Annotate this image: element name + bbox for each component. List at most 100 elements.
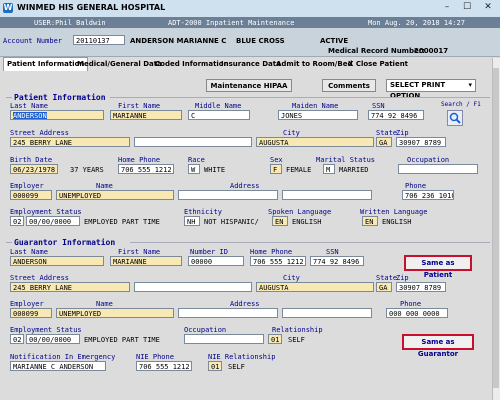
employer-phone-field[interactable]: 706 236 1010 (402, 190, 454, 200)
insurance-name: BLUE CROSS (236, 37, 285, 45)
g-city-field[interactable]: AUGUSTA (256, 282, 374, 292)
spoken-language-label: Spoken Language (268, 208, 332, 216)
patient-section-title: Patient Information (14, 93, 106, 102)
g-street-address-2-field[interactable] (134, 282, 252, 292)
tab-insurance-data[interactable]: Insurance Data (221, 58, 281, 70)
street-address-label: Street Address (10, 129, 70, 137)
emergency-contact-field[interactable]: MARIANNE C ANDERSON (10, 361, 106, 371)
account-number-field[interactable]: 20110137 (73, 35, 125, 45)
g-number-id-field[interactable]: 00000 (188, 256, 244, 266)
age-value: 37 YEARS (70, 166, 104, 174)
minimize-button[interactable]: – (438, 2, 456, 14)
g-emp-status-code-field[interactable]: 02 (10, 334, 24, 344)
search-button[interactable] (447, 110, 463, 126)
g-ssn-label: SSN (326, 248, 339, 256)
g-occupation-label: Occupation (184, 326, 227, 334)
same-as-guarantor-button[interactable]: Same as Guarantor (402, 334, 474, 358)
g-employer-name-field[interactable]: UNEMPLOYED (56, 308, 174, 318)
same-as-patient-button[interactable]: Same as Patient (404, 255, 472, 279)
g-employer-phone-field[interactable]: 000 000 0000 (386, 308, 448, 318)
ssn-field[interactable]: 774 92 8496 (368, 110, 424, 120)
g-last-name-label: Last Name (10, 248, 48, 256)
user-label: USER:Phil Baldwin (34, 19, 106, 27)
spoken-value: ENGLISH (292, 218, 322, 226)
occupation-field[interactable] (398, 164, 478, 174)
print-option-select[interactable]: SELECT PRINT OPTION ▾ (386, 79, 476, 100)
city-field[interactable]: AUGUSTA (256, 137, 374, 147)
employer-code-field[interactable]: 000099 (10, 190, 52, 200)
birth-date-field[interactable]: 06/23/1978 (10, 164, 58, 174)
maximize-button[interactable]: ☐ (458, 2, 476, 14)
tab-admit-to-room-bed[interactable]: Admit to Room/Bed (276, 58, 352, 70)
ethnicity-code-field[interactable]: NH (184, 216, 200, 226)
g-state-field[interactable]: GA (376, 282, 392, 292)
g-zip-field[interactable]: 30907 8789 (396, 282, 446, 292)
ssn-label: SSN (372, 102, 385, 110)
employer-name-label: Name (96, 182, 113, 190)
sex-code-field[interactable]: F (270, 164, 282, 174)
employer-address-field[interactable] (178, 190, 278, 200)
marital-code-field[interactable]: M (323, 164, 335, 174)
tab-close-patient[interactable]: X Close Patient (348, 58, 408, 70)
state-field[interactable]: GA (376, 137, 392, 147)
comments-button[interactable]: Comments (322, 79, 376, 92)
employer-address-label: Address (230, 182, 260, 190)
close-button[interactable]: ✕ (479, 2, 497, 14)
g-first-name-field[interactable]: MARIANNE (110, 256, 182, 266)
scrollbar-thumb[interactable] (493, 68, 499, 388)
chevron-down-icon: ▾ (468, 81, 472, 89)
g-employer-address-label: Address (230, 300, 260, 308)
g-home-phone-field[interactable]: 706 555 1212 (250, 256, 306, 266)
emp-status-code-field[interactable]: 02 (10, 216, 24, 226)
middle-name-field[interactable]: C (188, 110, 250, 120)
employment-status-label: Employment Status (10, 208, 82, 216)
ethnicity-label: Ethnicity (184, 208, 222, 216)
maintenance-hipaa-button[interactable]: Maintenance HIPAA (206, 79, 292, 92)
guarantor-section-title: Guarantor Information (14, 238, 116, 247)
street-address-field[interactable]: 245 BERRY LANE (10, 137, 130, 147)
marital-value: MARRIED (339, 166, 369, 174)
zip-field[interactable]: 30907 8789 (396, 137, 446, 147)
occupation-label: Occupation (407, 156, 450, 164)
nie-relationship-code-field[interactable]: 01 (208, 361, 222, 371)
written-language-label: Written Language (360, 208, 428, 216)
emp-status-date-field[interactable]: 00/00/0000 (26, 216, 80, 226)
g-ssn-field[interactable]: 774 92 8496 (310, 256, 364, 266)
g-employer-address-field[interactable] (178, 308, 278, 318)
written-code-field[interactable]: EN (362, 216, 378, 226)
status-header: USER:Phil Baldwin ADT-2000 Inpatient Mai… (0, 17, 500, 28)
last-name-label: Last Name (10, 102, 48, 110)
race-code-field[interactable]: W (188, 164, 200, 174)
g-state-label: State (376, 274, 398, 282)
datetime-label: Mon Aug. 20, 2018 14:27 (368, 19, 465, 27)
employer-name-field[interactable]: UNEMPLOYED (56, 190, 174, 200)
home-phone-field[interactable]: 706 555 1212 (118, 164, 174, 174)
g-last-name-field[interactable]: ANDERSON (10, 256, 104, 266)
spoken-code-field[interactable]: EN (272, 216, 288, 226)
nie-phone-field[interactable]: 706 555 1212 (136, 361, 192, 371)
g-relationship-code-field[interactable]: 01 (268, 334, 282, 344)
street-address-2-field[interactable] (134, 137, 252, 147)
birth-date-label: Birth Date (10, 156, 53, 164)
mrn-label: Medical Record Number: (328, 47, 425, 55)
g-emp-status-date-field[interactable]: 00/00/0000 (26, 334, 80, 344)
sex-label: Sex (270, 156, 283, 164)
tab-patient-information[interactable]: Patient Information (3, 57, 89, 71)
employer-address-2-field[interactable] (282, 190, 372, 200)
g-employer-code-field[interactable]: 000099 (10, 308, 52, 318)
tab-coded-information[interactable]: Coded Information (155, 58, 229, 70)
maiden-name-field[interactable]: JONES (278, 110, 358, 120)
g-first-name-label: First Name (118, 248, 161, 256)
g-number-id-label: Number ID (190, 248, 228, 256)
race-value: WHITE (204, 166, 226, 174)
tab-medical-general-data[interactable]: Medical/General Data (77, 58, 162, 70)
last-name-field[interactable]: ANDERSON (10, 110, 104, 120)
g-employer-address-2-field[interactable] (282, 308, 372, 318)
g-occupation-field[interactable] (184, 334, 264, 344)
g-employer-label: Employer (10, 300, 44, 308)
first-name-field[interactable]: MARIANNE (110, 110, 182, 120)
g-street-address-field[interactable]: 245 BERRY LANE (10, 282, 130, 292)
patient-header: Account Number 20110137 ANDERSON MARIANN… (0, 28, 500, 57)
mrn-value: 2000017 (414, 47, 449, 55)
nie-relationship-label: NIE Relationship (208, 353, 276, 361)
